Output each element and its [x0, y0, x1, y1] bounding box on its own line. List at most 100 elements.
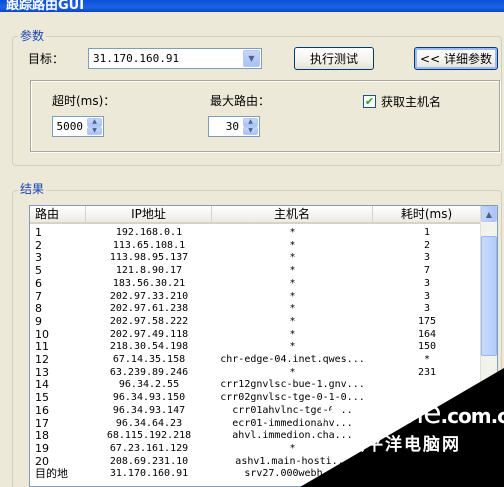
hostname-cell: * — [289, 341, 296, 353]
timeout-up-arrow-icon[interactable]: ▲ — [87, 118, 102, 127]
watermark-subtitle: 太平洋电脑网 — [347, 435, 461, 455]
ip-cell: 96.34.93.150 — [112, 392, 186, 404]
timeout-down-arrow-icon[interactable]: ▼ — [87, 126, 102, 135]
checkmark-icon: ✔ — [364, 95, 375, 108]
ip-cell: 183.56.30.21 — [112, 277, 186, 289]
table-row[interactable]: 8 202.97.61.238 * 3 — [30, 303, 481, 315]
hostname-cell: * — [289, 290, 296, 302]
details-toggle-button[interactable]: << 详细参数 — [414, 47, 498, 70]
hop-cell: 17 — [35, 417, 49, 430]
ip-cell: 67.14.35.158 — [112, 354, 186, 365]
timeout-spinner[interactable]: 5000 ▲ ▼ — [52, 116, 104, 137]
max-hops-down-arrow-icon[interactable]: ▼ — [243, 126, 258, 135]
window-title: 跟踪路由GUI — [6, 0, 85, 12]
hostname-cell: * — [289, 315, 296, 327]
hop-cell: 2 — [35, 239, 42, 252]
table-row[interactable]: 2 113.65.108.1 * 2 — [30, 240, 481, 252]
results-list-header: 路由 IP地址 主机名 耗时(ms) — [30, 206, 481, 224]
ip-cell: 96.34.93.147 — [112, 404, 186, 416]
column-header-hop[interactable]: 路由 — [30, 206, 86, 224]
target-value: 31.170.160.91 — [93, 52, 180, 65]
table-row[interactable]: 3 113.98.95.137 * 3 — [30, 252, 481, 264]
time-cell: 150 — [417, 341, 437, 353]
ip-cell: 63.239.89.246 — [109, 366, 189, 378]
time-cell: 3 — [423, 252, 431, 264]
ip-cell: 121.8.90.17 — [115, 265, 183, 277]
table-row[interactable]: 11 218.30.54.198 * 150 — [30, 341, 481, 353]
hostname-cell: * — [289, 239, 296, 251]
time-cell: 164 — [417, 328, 437, 340]
table-row[interactable]: 9 202.97.58.222 * 175 — [30, 316, 481, 328]
ip-cell: 96.34.64.23 — [115, 417, 183, 429]
results-group-label: 结果 — [18, 182, 47, 196]
hostname-cell: * — [289, 303, 296, 315]
table-row[interactable]: 10 202.97.49.118 * 164 — [30, 329, 481, 341]
timeout-value: 5000 — [56, 120, 84, 133]
scrollbar-thumb[interactable] — [481, 236, 497, 356]
hostname-cell: chr-edge-04.inet.qwes... — [220, 354, 365, 365]
max-hops-label: 最大路由： — [210, 94, 271, 108]
hop-cell: 目的地 — [35, 468, 68, 481]
hop-cell: 15 — [35, 392, 49, 405]
column-header-hostname[interactable]: 主机名 — [212, 206, 373, 224]
max-hops-spinner[interactable]: 30 ▲ ▼ — [208, 116, 260, 137]
time-cell: 175 — [417, 315, 437, 327]
table-row[interactable]: 7 202.97.33.210 * 3 — [30, 291, 481, 303]
title-bar[interactable]: 跟踪路由GUI — [0, 0, 504, 12]
watermark-logo: PConline.com.cn — [318, 396, 504, 431]
hop-cell: 3 — [35, 252, 42, 265]
hop-cell: 8 — [35, 303, 42, 316]
run-test-button[interactable]: 执行测试 — [294, 47, 374, 70]
hop-cell: 18 — [35, 430, 49, 443]
ip-cell: 202.97.33.210 — [109, 290, 189, 302]
hostname-cell: * — [289, 328, 296, 340]
table-row[interactable]: 6 183.56.30.21 * 3 — [30, 278, 481, 290]
target-combobox[interactable]: 31.170.160.91 ▼ — [88, 48, 262, 69]
table-row[interactable]: 1 192.168.0.1 * 1 — [30, 227, 481, 239]
chevron-down-icon[interactable]: ▼ — [243, 50, 260, 67]
hostname-cell: * — [289, 265, 296, 277]
ip-cell: 208.69.231.10 — [109, 455, 189, 467]
ip-cell: 67.23.161.129 — [109, 442, 189, 454]
column-header-ip[interactable]: IP地址 — [86, 206, 212, 224]
ip-cell: 113.98.95.137 — [109, 252, 189, 264]
hop-cell: 16 — [35, 404, 49, 417]
ip-cell: 31.170.160.91 — [109, 468, 189, 480]
time-cell: 3 — [423, 290, 431, 302]
time-cell: 2 — [423, 239, 431, 251]
hop-cell: 13 — [35, 366, 49, 379]
ip-cell: 96.34.2.55 — [118, 379, 180, 391]
table-row[interactable]: 12 67.14.35.158 chr-edge-04.inet.qwes... * — [30, 354, 481, 366]
hostname-cell: * — [289, 227, 296, 238]
resolve-hostname-checkbox[interactable]: ✔ — [363, 95, 376, 108]
ip-cell: 192.168.0.1 — [115, 227, 183, 238]
hop-cell: 19 — [35, 442, 49, 455]
hop-cell: 5 — [35, 265, 42, 278]
ip-cell: 68.115.192.218 — [106, 430, 192, 442]
time-cell: 3 — [423, 277, 431, 289]
scroll-up-arrow-icon[interactable]: ▲ — [481, 206, 497, 222]
hop-cell: 12 — [35, 354, 49, 366]
column-header-time[interactable]: 耗时(ms) — [373, 206, 481, 224]
time-cell: * — [423, 354, 431, 365]
timeout-label: 超时(ms)： — [52, 94, 116, 108]
time-cell: 1 — [423, 227, 431, 238]
table-row[interactable]: 5 121.8.90.17 * 7 — [30, 265, 481, 277]
ip-cell: 218.30.54.198 — [109, 341, 189, 353]
max-hops-value: 30 — [225, 120, 239, 133]
hop-cell: 9 — [35, 315, 42, 328]
max-hops-up-arrow-icon[interactable]: ▲ — [243, 118, 258, 127]
ip-cell: 113.65.108.1 — [112, 239, 186, 251]
hop-cell: 10 — [35, 328, 49, 341]
hop-cell: 7 — [35, 290, 42, 303]
time-cell: 7 — [423, 265, 431, 277]
hop-cell: 6 — [35, 277, 42, 290]
ip-cell: 202.97.49.118 — [109, 328, 189, 340]
hop-cell: 1 — [35, 227, 42, 239]
params-group-label: 参数 — [18, 29, 47, 43]
ip-cell: 202.97.61.238 — [109, 303, 189, 315]
time-cell: 3 — [423, 303, 431, 315]
resolve-hostname-label[interactable]: 获取主机名 — [381, 95, 441, 109]
hostname-cell: * — [289, 277, 296, 289]
hop-cell: 20 — [35, 455, 49, 468]
